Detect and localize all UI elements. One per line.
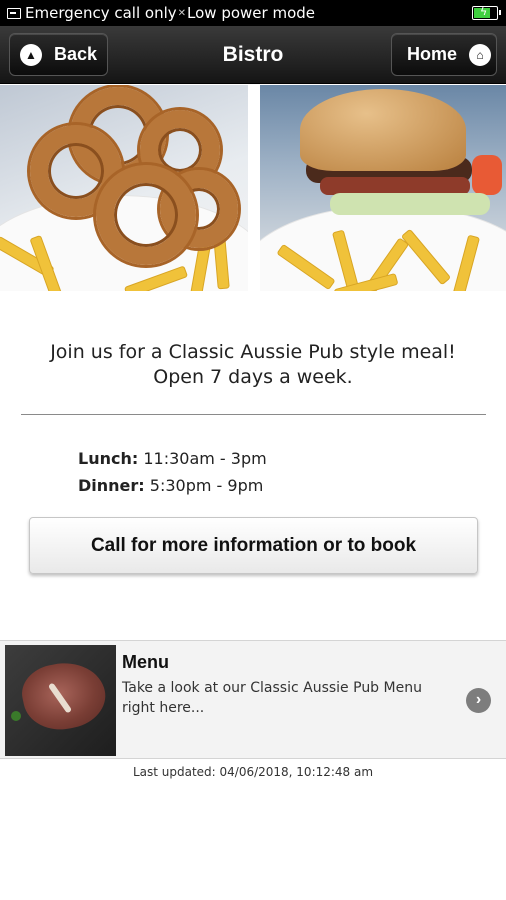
back-button[interactable]: ▲ Back [9, 33, 108, 76]
power-mode-text: Low power mode [187, 4, 316, 22]
chevron-right-circle-icon[interactable]: › [466, 688, 491, 713]
opening-hours: Lunch: 11:30am - 3pm Dinner: 5:30pm - 9p… [78, 445, 267, 499]
dinner-hours: Dinner: 5:30pm - 9pm [78, 472, 267, 499]
sim-card-icon [6, 7, 21, 19]
battery-icon: ϟ [472, 5, 501, 20]
charging-icon: ϟ [480, 5, 488, 18]
dinner-label: Dinner: [78, 476, 145, 495]
call-to-book-button[interactable]: Call for more information or to book [29, 517, 478, 574]
menu-title: Menu [122, 652, 169, 672]
steak-photo [5, 645, 116, 756]
chevron-up-circle-icon: ▲ [20, 43, 42, 66]
onion-rings-photo [0, 85, 248, 291]
lunch-value: 11:30am - 3pm [143, 449, 267, 468]
no-signal-icon: ✕ [177, 7, 187, 19]
lunch-label: Lunch: [78, 449, 139, 468]
home-button-label: Home [407, 44, 458, 64]
intro-line-2: Open 7 days a week. [153, 366, 353, 388]
back-button-label: Back [54, 44, 98, 64]
last-updated: Last updated: 04/06/2018, 10:12:48 am [132, 765, 374, 779]
burger-and-chips-photo [260, 85, 506, 291]
menu-description: Take a look at our Classic Aussie Pub Me… [122, 680, 422, 716]
dinner-value: 5:30pm - 9pm [149, 476, 264, 495]
divider [21, 414, 486, 415]
status-bar: Emergency call only ✕ Low power mode ϟ [0, 0, 506, 26]
lunch-hours: Lunch: 11:30am - 3pm [78, 445, 267, 472]
hero-images [0, 85, 506, 291]
intro-line-1: Join us for a Classic Aussie Pub style m… [50, 341, 456, 363]
house-icon: ⌂ [469, 43, 492, 66]
home-button[interactable]: Home ⌂ [391, 33, 497, 76]
status-text: Emergency call only [25, 4, 177, 22]
navigation-bar: Bistro ▲ Back Home ⌂ [0, 26, 506, 84]
intro-text: Join us for a Classic Aussie Pub style m… [0, 340, 506, 390]
